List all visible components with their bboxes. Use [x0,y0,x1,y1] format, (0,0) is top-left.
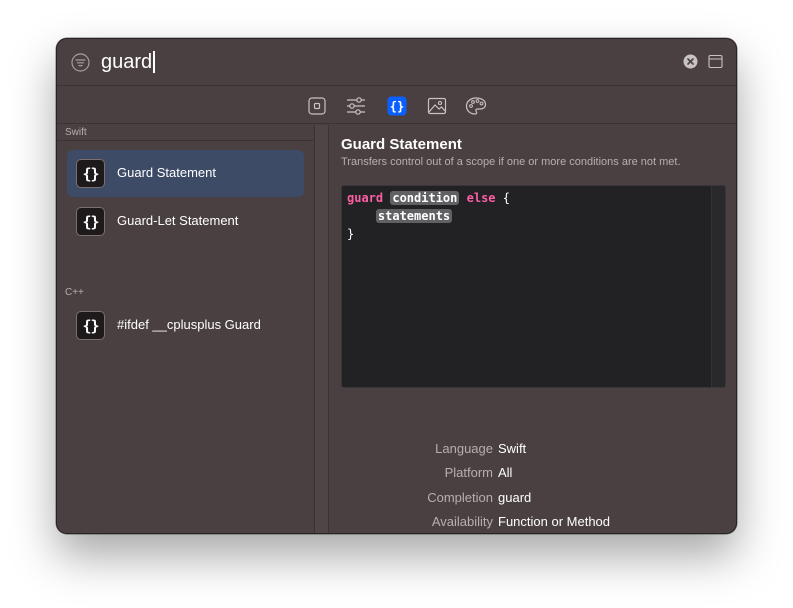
tab-colors[interactable] [465,95,487,117]
braces-icon: {} [76,311,105,340]
section-divider [57,140,314,141]
code-preview[interactable]: guard condition else { statements } [341,185,726,388]
result-ifdef-cplusplus-guard[interactable]: {} #ifdef __cplusplus Guard [67,302,304,349]
code-placeholder-statements[interactable]: statements [375,209,453,223]
meta-key: Completion [427,490,493,505]
result-guard-statement[interactable]: {} Guard Statement [67,150,304,197]
code-brace: { [502,191,510,205]
meta-key: Language [435,441,493,456]
meta-key: Availability [431,514,493,529]
snippet-detail: Guard Statement Transfers control out of… [341,125,736,533]
tab-media[interactable] [426,95,448,117]
code-brace: } [347,227,355,241]
square-icon [307,96,327,116]
code-text: guard condition else { statements } [347,189,510,243]
braces-icon: {} [387,96,407,116]
braces-icon: {} [76,207,105,236]
result-guard-let-statement[interactable]: {} Guard-Let Statement [67,198,304,245]
meta-row-availability: Availability Function or Method [341,514,726,532]
meta-row-language: Language Swift [341,441,726,459]
detail-title: Guard Statement [341,136,462,153]
search-input[interactable]: guard [101,50,152,74]
meta-key: Platform [444,465,493,480]
code-keyword: guard [347,191,384,205]
clear-search-icon[interactable] [683,54,698,69]
results-list: Swift {} Guard Statement {} Guard-Let St… [57,125,314,533]
tab-snippets[interactable]: {} [386,95,408,117]
meta-value: All [498,465,513,480]
window-mode-icon[interactable] [708,54,723,69]
tab-modifiers[interactable] [345,95,367,117]
filter-icon[interactable] [71,53,90,72]
snippet-library-window: guard {} Swift {} Guard Statement {} Gua… [56,38,737,534]
meta-row-platform: Platform All [341,465,726,483]
sliders-icon [345,96,367,116]
section-header-swift: Swift [65,127,87,138]
meta-value: Swift [498,441,527,456]
result-label: Guard Statement [117,165,216,180]
code-keyword: else [466,191,496,205]
meta-value: Function or Method [498,514,611,529]
search-bar: guard [57,39,736,86]
detail-summary: Transfers control out of a scope if one … [341,156,681,168]
code-placeholder-condition[interactable]: condition [390,191,460,205]
results-scrollbar[interactable] [315,125,329,533]
section-header-cpp: C++ [65,287,84,298]
text-caret [153,51,155,73]
svg-text:{}: {} [390,100,404,114]
meta-row-completion: Completion guard [341,490,726,508]
image-icon [427,96,447,116]
code-scrollbar[interactable] [711,186,725,387]
palette-icon [465,96,487,116]
library-tab-bar: {} [57,86,736,124]
tab-views[interactable] [306,95,328,117]
meta-value: guard [498,490,532,505]
braces-icon: {} [76,159,105,188]
result-label: Guard-Let Statement [117,213,239,228]
result-label: #ifdef __cplusplus Guard [117,317,261,332]
